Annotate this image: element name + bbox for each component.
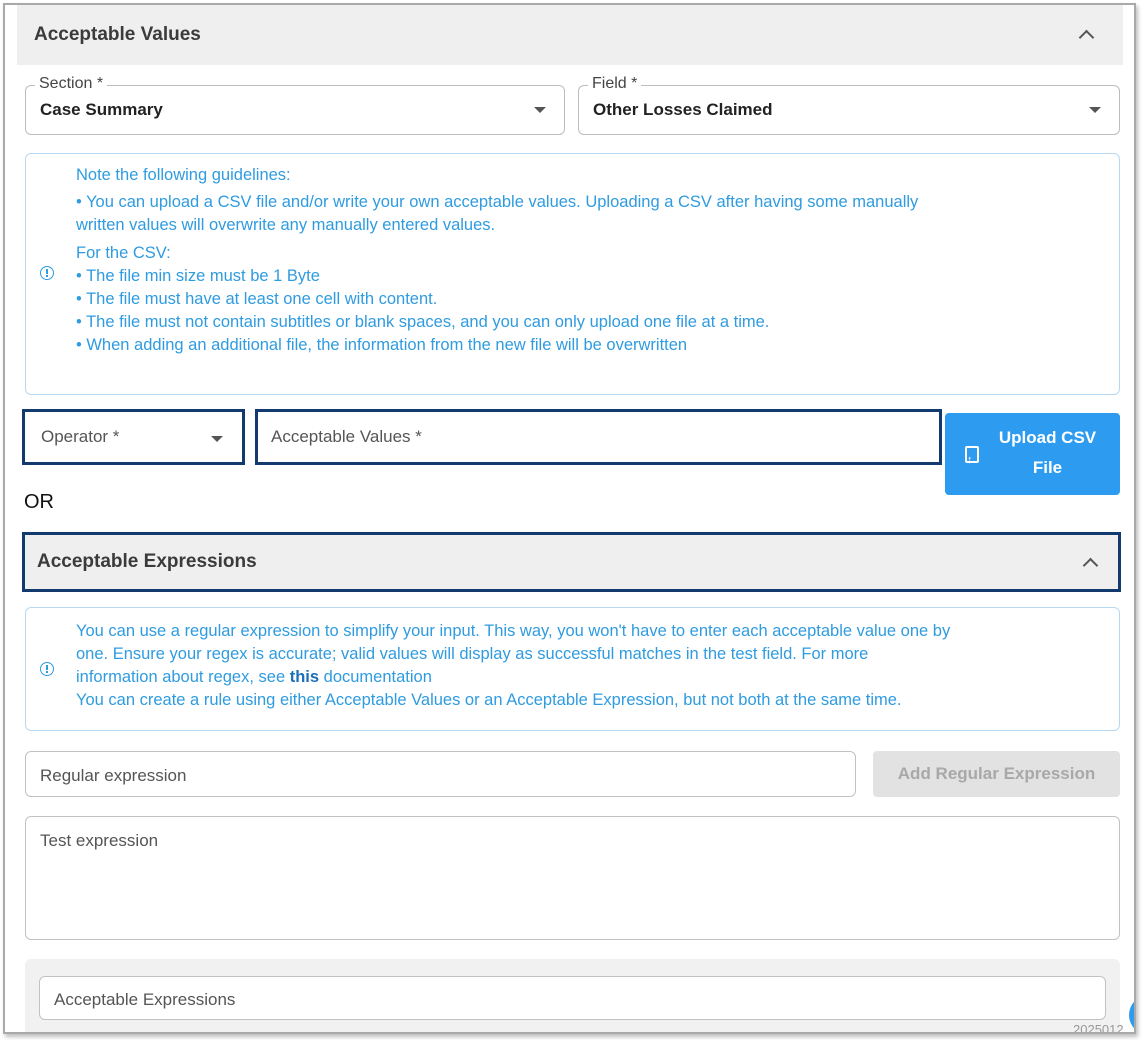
section-label: Section * (35, 75, 108, 93)
guidelines-heading: Note the following guidelines: (76, 166, 291, 184)
info-icon (40, 662, 54, 676)
test-expression-textarea[interactable]: Test expression (25, 816, 1120, 940)
expressions-info-text: information about regex, see (76, 668, 290, 686)
section-value: Case Summary (40, 100, 163, 119)
csv-rule: • The file must not contain subtitles or… (76, 313, 770, 331)
acceptable-expressions-area: Acceptable Expressions (25, 959, 1120, 1032)
acceptable-values-title: Acceptable Values (34, 24, 201, 45)
csv-rule: • The file min size must be 1 Byte (76, 267, 320, 285)
add-regular-expression-label: Add Regular Expression (897, 764, 1096, 783)
acceptable-expressions-placeholder: Acceptable Expressions (54, 990, 236, 1009)
regular-expression-placeholder: Regular expression (40, 766, 187, 785)
chevron-down-icon (534, 107, 546, 113)
chevron-down-icon (211, 436, 223, 442)
acceptable-values-header[interactable]: Acceptable Values (17, 5, 1123, 65)
guideline-text: written values will overwrite any manual… (76, 216, 496, 234)
documentation-link[interactable]: this (290, 668, 319, 686)
field-label: Field * (588, 75, 642, 93)
regular-expression-input[interactable]: Regular expression (25, 751, 856, 797)
csv-heading: For the CSV: (76, 244, 171, 262)
csv-rule: • When adding an additional file, the in… (76, 336, 688, 354)
guidelines-note: Note the following guidelines: • You can… (25, 153, 1120, 395)
acceptable-values-placeholder: Acceptable Values * (271, 427, 422, 446)
expressions-info-text: one. Ensure your regex is accurate; vali… (76, 645, 869, 663)
chevron-up-icon[interactable] (1082, 557, 1099, 574)
guideline-text: • You can upload a CSV file and/or write… (76, 193, 919, 211)
expressions-info-text: You can create a rule using either Accep… (76, 691, 902, 709)
field-select[interactable]: Field * Other Losses Claimed (578, 75, 1120, 135)
footer-text: 2025012 (1073, 1022, 1124, 1034)
chevron-down-icon (1089, 107, 1101, 113)
chevron-up-icon[interactable] (1078, 29, 1095, 46)
expressions-info-text: You can use a regular expression to simp… (76, 622, 951, 640)
screenshot-frame: Acceptable Values Section * Case Summary… (3, 3, 1136, 1034)
upload-csv-button[interactable]: Upload CSV File (945, 413, 1120, 495)
test-expression-placeholder: Test expression (40, 831, 159, 850)
expressions-info-text: documentation (319, 668, 432, 686)
operator-select[interactable]: Operator * (26, 413, 241, 461)
expressions-info-note: You can use a regular expression to simp… (25, 607, 1120, 731)
add-regular-expression-button[interactable]: Add Regular Expression (873, 751, 1120, 797)
acceptable-expressions-input[interactable]: Acceptable Expressions (39, 976, 1106, 1020)
section-select[interactable]: Section * Case Summary (25, 75, 565, 135)
acceptable-expressions-header[interactable]: Acceptable Expressions (22, 532, 1121, 592)
info-icon (40, 266, 54, 280)
help-fab[interactable] (1129, 995, 1134, 1032)
csv-rule: • The file must have at least one cell w… (76, 290, 438, 308)
operator-placeholder: Operator * (41, 427, 120, 446)
expressions-info-text: information about regex, see this docume… (76, 666, 1118, 689)
acceptable-expressions-title: Acceptable Expressions (37, 551, 257, 572)
or-separator: OR (24, 491, 54, 513)
acceptable-values-input[interactable]: Acceptable Values * (259, 413, 938, 461)
upload-file-icon (965, 445, 979, 475)
field-value: Other Losses Claimed (593, 100, 773, 119)
